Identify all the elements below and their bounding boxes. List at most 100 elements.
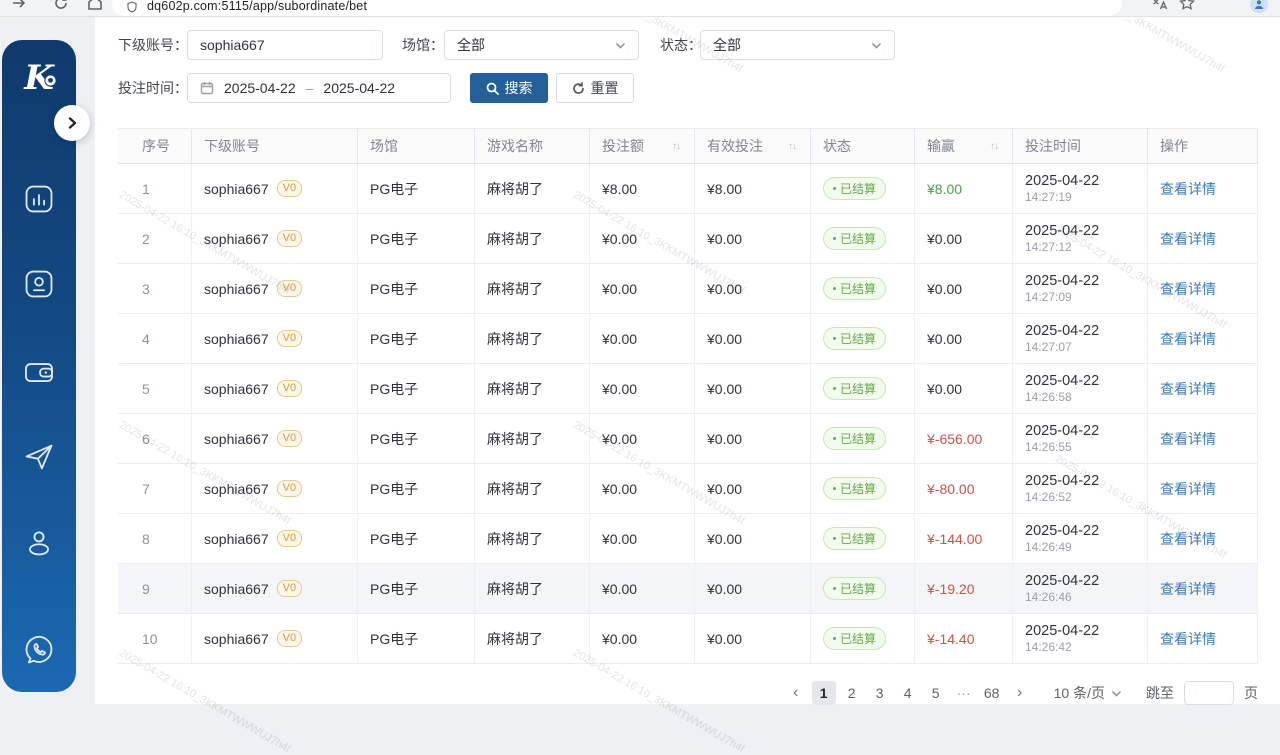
- sidebar-item-stats[interactable]: [22, 182, 56, 216]
- view-details-link[interactable]: 查看详情: [1160, 629, 1216, 649]
- table-row: 3 sophia667 V0 PG电子 麻将胡了 ¥0.00 ¥0.00 已结算…: [118, 264, 1258, 314]
- row-index: 6: [118, 414, 192, 464]
- reload-icon[interactable]: [52, 0, 70, 12]
- status-badge: 已结算: [823, 277, 886, 300]
- status-badge: 已结算: [823, 327, 886, 350]
- bet-date: 2025-04-22: [1025, 272, 1099, 290]
- page-number-1[interactable]: 1: [812, 681, 836, 705]
- account-input[interactable]: [187, 30, 383, 60]
- win-loss-cell: ¥0.00: [915, 314, 1013, 364]
- bet-date: 2025-04-22: [1025, 572, 1099, 590]
- bet-amount-cell: ¥0.00: [590, 464, 695, 514]
- view-details-link[interactable]: 查看详情: [1160, 329, 1216, 349]
- jump-page-input[interactable]: [1184, 681, 1234, 705]
- view-details-link[interactable]: 查看详情: [1160, 479, 1216, 499]
- bet-amount-cell: ¥0.00: [590, 564, 695, 614]
- column-header-valid-bet[interactable]: 有效投注↑↓: [695, 129, 811, 164]
- valid-bet-cell: ¥0.00: [695, 314, 811, 364]
- account-name: sophia667: [204, 231, 269, 247]
- valid-bet-cell: ¥0.00: [695, 414, 811, 464]
- page-number-5[interactable]: 5: [924, 681, 948, 705]
- browser-profile-avatar[interactable]: [1250, 0, 1268, 13]
- site-info-icon[interactable]: [126, 1, 138, 13]
- search-icon: [486, 82, 499, 95]
- page-numbers: 12345···68: [812, 681, 1004, 705]
- page-number-2[interactable]: 2: [840, 681, 864, 705]
- page-number-4[interactable]: 4: [896, 681, 920, 705]
- app-logo: K: [2, 58, 76, 98]
- bet-time: 14:26:58: [1025, 390, 1072, 405]
- view-details-link[interactable]: 查看详情: [1160, 229, 1216, 249]
- status-badge: 已结算: [823, 527, 886, 550]
- row-index: 1: [118, 164, 192, 214]
- account-name: sophia667: [204, 281, 269, 297]
- venue-cell: PG电子: [358, 164, 475, 214]
- page-size-select[interactable]: 10 条/页: [1054, 683, 1122, 703]
- bet-amount-cell: ¥0.00: [590, 364, 695, 414]
- sidebar-item-members[interactable]: [22, 267, 56, 301]
- vip-level-badge: V0: [277, 630, 302, 647]
- vip-level-badge: V0: [277, 230, 302, 247]
- win-loss-cell: ¥0.00: [915, 214, 1013, 264]
- chevron-right-icon: [65, 116, 79, 130]
- view-details-link[interactable]: 查看详情: [1160, 379, 1216, 399]
- win-loss-cell: ¥0.00: [915, 264, 1013, 314]
- sidebar-item-promotions[interactable]: [22, 440, 56, 474]
- table-row: 2 sophia667 V0 PG电子 麻将胡了 ¥0.00 ¥0.00 已结算…: [118, 214, 1258, 264]
- valid-bet-cell: ¥0.00: [695, 264, 811, 314]
- sidebar-item-support[interactable]: [22, 633, 56, 667]
- sort-icon[interactable]: ↑↓: [788, 141, 796, 152]
- url-text: dq602p.com:5115/app/subordinate/bet: [147, 0, 367, 13]
- date-to: 2025-04-22: [323, 80, 395, 96]
- page-number-3[interactable]: 3: [868, 681, 892, 705]
- account-name: sophia667: [204, 631, 269, 647]
- status-select[interactable]: 全部: [700, 30, 895, 60]
- sidebar-expand-button[interactable]: [54, 105, 90, 141]
- sidebar-item-profile[interactable]: [22, 525, 56, 559]
- view-details-link[interactable]: 查看详情: [1160, 579, 1216, 599]
- bet-date: 2025-04-22: [1025, 622, 1099, 640]
- view-details-link[interactable]: 查看详情: [1160, 529, 1216, 549]
- page-number-68[interactable]: 68: [980, 681, 1004, 705]
- column-header-win-loss[interactable]: 输赢↑↓: [915, 129, 1013, 164]
- column-header-game: 游戏名称: [475, 129, 590, 164]
- valid-bet-cell: ¥0.00: [695, 614, 811, 664]
- prev-page-button[interactable]: ‹: [784, 681, 808, 705]
- chevron-down-icon: [871, 40, 882, 51]
- sort-icon[interactable]: ↑↓: [672, 141, 680, 152]
- chevron-down-icon: [1111, 688, 1122, 699]
- search-button[interactable]: 搜索: [470, 73, 548, 103]
- sidebar-item-wallet[interactable]: [22, 355, 56, 389]
- bet-date: 2025-04-22: [1025, 472, 1099, 490]
- address-bar[interactable]: dq602p.com:5115/app/subordinate/bet: [112, 0, 1122, 16]
- view-details-link[interactable]: 查看详情: [1160, 179, 1216, 199]
- account-name: sophia667: [204, 431, 269, 447]
- date-range-picker[interactable]: 2025-04-22 – 2025-04-22: [187, 73, 451, 103]
- soccer-ball-icon: [44, 74, 57, 87]
- row-index: 5: [118, 364, 192, 414]
- table-row: 5 sophia667 V0 PG电子 麻将胡了 ¥0.00 ¥0.00 已结算…: [118, 364, 1258, 414]
- home-icon[interactable]: [86, 0, 104, 12]
- valid-bet-cell: ¥0.00: [695, 214, 811, 264]
- view-details-link[interactable]: 查看详情: [1160, 279, 1216, 299]
- valid-bet-cell: ¥0.00: [695, 464, 811, 514]
- nav-forward-icon[interactable]: [10, 0, 28, 12]
- bet-amount-cell: ¥0.00: [590, 414, 695, 464]
- venue-select[interactable]: 全部: [444, 30, 639, 60]
- browser-toolbar: dq602p.com:5115/app/subordinate/bet: [0, 0, 1280, 17]
- date-separator: –: [306, 80, 314, 96]
- sort-icon[interactable]: ↑↓: [990, 141, 998, 152]
- win-loss-cell: ¥-19.20: [915, 564, 1013, 614]
- bet-date: 2025-04-22: [1025, 522, 1099, 540]
- row-index: 10: [118, 614, 192, 664]
- game-name-cell: 麻将胡了: [475, 264, 590, 314]
- column-header-bet-amount[interactable]: 投注额↑↓: [590, 129, 695, 164]
- account-name: sophia667: [204, 331, 269, 347]
- bookmark-star-icon[interactable]: [1178, 0, 1196, 12]
- account-name: sophia667: [204, 581, 269, 597]
- next-page-button[interactable]: ›: [1008, 681, 1032, 705]
- translate-icon[interactable]: [1150, 0, 1168, 12]
- vip-level-badge: V0: [277, 530, 302, 547]
- view-details-link[interactable]: 查看详情: [1160, 429, 1216, 449]
- reset-button[interactable]: 重置: [556, 73, 634, 103]
